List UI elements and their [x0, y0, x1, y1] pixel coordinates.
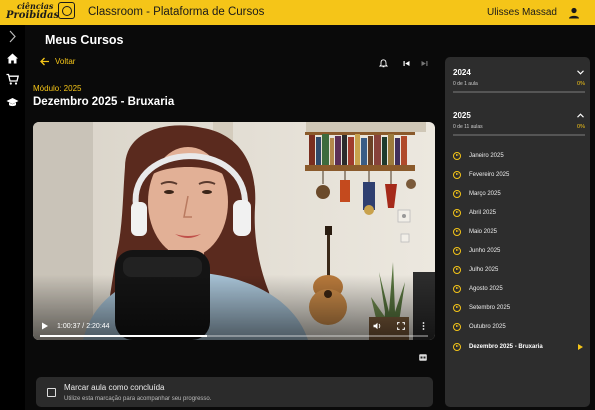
lesson-item[interactable]: Julho 2025	[453, 264, 498, 276]
lesson-label: Dezembro 2025 - Bruxaria	[469, 344, 543, 350]
lesson-item[interactable]: Fevereiro 2025	[453, 169, 509, 181]
lesson-label: Fevereiro 2025	[469, 172, 510, 178]
brand-logo[interactable]: ciências Proibidas	[6, 1, 76, 24]
more-options-icon[interactable]	[422, 322, 425, 330]
fullscreen-icon[interactable]	[397, 322, 405, 330]
lesson-item[interactable]: Outubro 2025	[453, 321, 506, 333]
module-label: Módulo: 2025	[33, 84, 82, 93]
logo-emblem-icon	[58, 2, 75, 19]
lesson-item[interactable]: Setembro 2025	[453, 302, 510, 314]
back-label: Voltar	[55, 57, 76, 66]
year-progress-bar	[453, 134, 585, 136]
play-circle-icon	[453, 152, 461, 160]
left-nav-rail	[0, 25, 25, 410]
next-lesson-icon[interactable]	[420, 59, 429, 68]
lesson-label: Julho 2025	[469, 267, 499, 273]
year-progress-bar	[453, 91, 585, 93]
year-progress-percent: 0%	[577, 81, 585, 87]
year-progress-percent: 0%	[577, 124, 585, 130]
now-playing-icon	[578, 344, 583, 350]
logo-text: ciências Proibidas	[6, 2, 60, 21]
bell-icon[interactable]	[379, 59, 388, 68]
play-circle-icon	[453, 228, 461, 236]
lesson-item[interactable]: Março 2025	[453, 188, 501, 200]
lesson-item-active[interactable]: Dezembro 2025 - Bruxaria	[453, 341, 543, 353]
video-progress-fill	[40, 335, 207, 337]
year-title[interactable]: 2025	[453, 111, 471, 120]
volume-icon[interactable]	[373, 322, 382, 330]
chevron-right-icon[interactable]	[6, 30, 19, 43]
lesson-label: Janeiro 2025	[469, 153, 504, 159]
back-button[interactable]: Voltar	[40, 57, 75, 66]
course-content-panel: 2024 0 de 1 aula 0% 2025 0 de 11 aulas 0…	[445, 57, 590, 407]
logo-line-2: Proibidas	[6, 10, 60, 21]
user-name[interactable]: Ulisses Massad	[487, 7, 557, 18]
app-title: Classroom - Plataforma de Cursos	[88, 6, 265, 18]
year-progress-text: 0 de 11 aulas	[453, 124, 483, 130]
video-time: 1:00:37 / 2:20:44	[57, 323, 110, 330]
play-circle-icon	[453, 171, 461, 179]
play-circle-icon	[453, 190, 461, 198]
video-progress-bar[interactable]	[40, 335, 428, 337]
lesson-label: Março 2025	[469, 191, 501, 197]
graduation-cap-icon[interactable]	[6, 96, 19, 109]
lesson-label: Agosto 2025	[469, 286, 503, 292]
play-circle-icon	[453, 323, 461, 331]
lesson-item[interactable]: Agosto 2025	[453, 283, 503, 295]
mark-complete-panel: Marcar aula como concluída Utilize esta …	[36, 377, 433, 407]
lesson-title: Dezembro 2025 - Bruxaria	[33, 96, 175, 108]
lesson-label: Outubro 2025	[469, 324, 506, 330]
play-circle-icon	[453, 285, 461, 293]
user-account-icon[interactable]	[568, 7, 580, 19]
chevron-down-icon[interactable]	[577, 70, 584, 75]
home-icon[interactable]	[6, 52, 19, 65]
previous-lesson-icon[interactable]	[402, 59, 411, 68]
lesson-item[interactable]: Maio 2025	[453, 226, 497, 238]
lesson-label: Maio 2025	[469, 229, 498, 235]
play-circle-icon	[453, 266, 461, 274]
captions-icon[interactable]	[419, 354, 427, 361]
video-frame-image	[33, 122, 435, 340]
lesson-item[interactable]: Abril 2025	[453, 207, 496, 219]
top-app-bar: ciências Proibidas Classroom - Plataform…	[0, 0, 595, 25]
year-title[interactable]: 2024	[453, 68, 471, 77]
play-circle-icon	[453, 247, 461, 255]
mark-complete-checkbox[interactable]	[47, 388, 56, 397]
lesson-item[interactable]: Junho 2025	[453, 245, 500, 257]
mark-complete-label[interactable]: Marcar aula como concluída	[64, 383, 165, 392]
play-circle-icon	[453, 209, 461, 217]
lesson-label: Setembro 2025	[469, 305, 511, 311]
play-circle-icon	[453, 304, 461, 312]
lesson-item[interactable]: Janeiro 2025	[453, 150, 504, 162]
arrow-left-icon	[40, 57, 49, 66]
mark-complete-hint: Utilize esta marcação para acompanhar se…	[64, 396, 212, 402]
play-circle-icon	[453, 343, 461, 351]
video-player[interactable]: 1:00:37 / 2:20:44	[33, 122, 435, 340]
year-progress-text: 0 de 1 aula	[453, 81, 478, 87]
cart-icon[interactable]	[6, 73, 19, 86]
page-title: Meus Cursos	[45, 33, 124, 47]
lesson-label: Abril 2025	[469, 210, 497, 216]
chevron-up-icon[interactable]	[577, 113, 584, 118]
play-icon[interactable]	[41, 322, 49, 330]
lesson-label: Junho 2025	[469, 248, 501, 254]
